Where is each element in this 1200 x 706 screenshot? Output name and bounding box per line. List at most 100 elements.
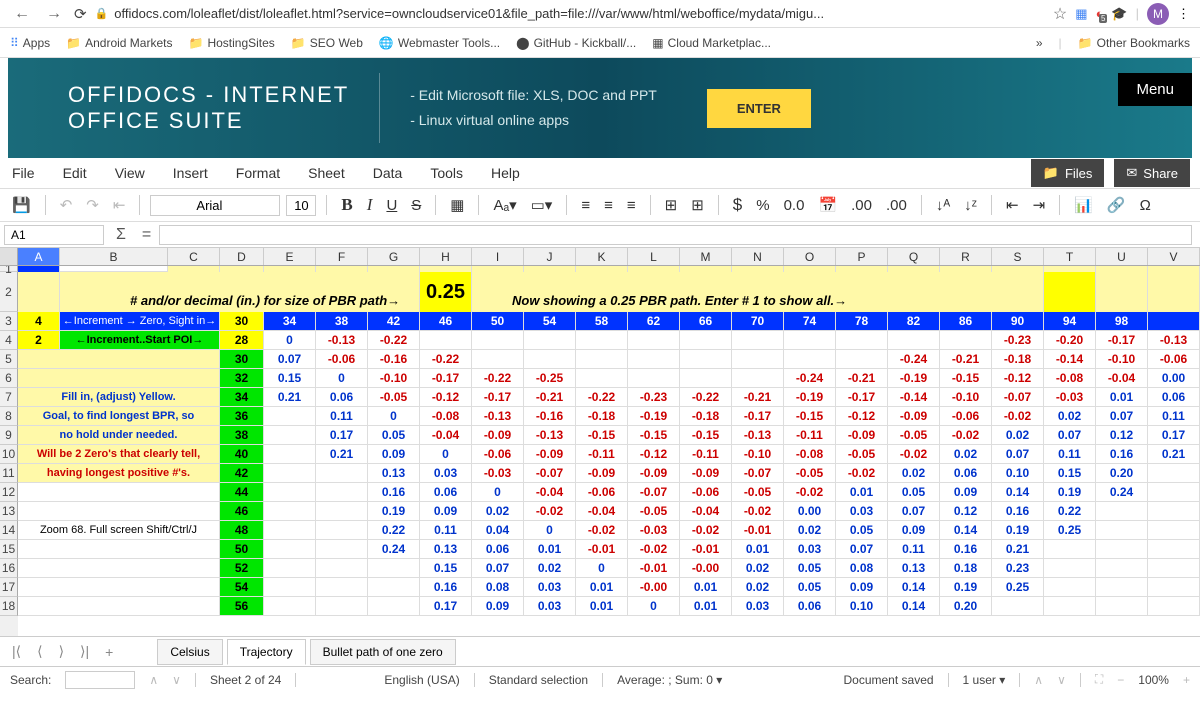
cell[interactable]: 0.11 (420, 521, 472, 539)
col-header-A[interactable]: A (18, 248, 60, 265)
cell[interactable]: 0.09 (420, 502, 472, 520)
cell[interactable]: -0.21 (524, 388, 576, 406)
cell[interactable]: -0.12 (420, 388, 472, 406)
cell[interactable] (1044, 597, 1096, 615)
cell[interactable]: 56 (220, 597, 264, 615)
cell[interactable]: 0.16 (940, 540, 992, 558)
cell[interactable]: 42 (220, 464, 264, 482)
cell[interactable]: -0.10 (732, 445, 784, 463)
cell[interactable]: 0.16 (1096, 445, 1148, 463)
cell[interactable]: -0.22 (680, 388, 732, 406)
cell[interactable]: 0.03 (784, 540, 836, 558)
grid[interactable]: # and/or decimal (in.) for size of PBR p… (18, 266, 1200, 636)
size-select[interactable]: 10 (286, 195, 316, 216)
cell[interactable] (576, 369, 628, 387)
border-icon[interactable]: ▦ (446, 194, 468, 216)
cell[interactable]: 0.15 (1044, 464, 1096, 482)
cell[interactable]: no hold under needed. (18, 426, 220, 444)
cell[interactable] (316, 540, 368, 558)
cell[interactable]: 82 (888, 312, 940, 330)
cell[interactable]: 0 (628, 597, 680, 615)
col-header-H[interactable]: H (420, 248, 472, 265)
cell[interactable]: -0.24 (784, 369, 836, 387)
cell[interactable]: 0.23 (992, 559, 1044, 577)
cell[interactable] (316, 464, 368, 482)
row-header-7[interactable]: 7 (0, 388, 18, 407)
cell[interactable]: 0.09 (472, 597, 524, 615)
cell[interactable] (18, 540, 220, 558)
cell[interactable]: -0.15 (628, 426, 680, 444)
cell[interactable]: -0.17 (836, 388, 888, 406)
equals-icon[interactable]: = (134, 226, 159, 244)
cell[interactable]: -0.11 (680, 445, 732, 463)
cell[interactable]: -0.12 (628, 445, 680, 463)
cell[interactable]: 0.21 (1148, 445, 1200, 463)
cell[interactable]: 0 (472, 483, 524, 501)
cell[interactable]: -0.05 (368, 388, 420, 406)
cell[interactable]: Zoom 68. Full screen Shift/Ctrl/J (18, 521, 220, 539)
sort-asc-icon[interactable]: ↓ᴬ (932, 195, 954, 216)
cell[interactable]: -0.04 (1096, 369, 1148, 387)
cell[interactable]: -0.02 (836, 464, 888, 482)
menu-format[interactable]: Format (236, 165, 280, 181)
cell[interactable] (264, 407, 316, 425)
bookmark-item-3[interactable]: 🌐 Webmaster Tools... (379, 36, 500, 50)
cell[interactable]: -0.23 (992, 331, 1044, 349)
col-header-U[interactable]: U (1096, 248, 1148, 265)
row-header-6[interactable]: 6 (0, 369, 18, 388)
cell[interactable]: -0.11 (784, 426, 836, 444)
cell[interactable]: 0.21 (264, 388, 316, 406)
cell[interactable]: -0.20 (1044, 331, 1096, 349)
cell[interactable] (1044, 559, 1096, 577)
bookmark-folder-2[interactable]: 📁 SEO Web (291, 36, 363, 50)
cell[interactable] (1148, 312, 1200, 330)
cell[interactable] (264, 578, 316, 596)
cell[interactable]: -0.09 (628, 464, 680, 482)
cell[interactable]: 0.02 (1044, 407, 1096, 425)
cell[interactable]: 0.22 (368, 521, 420, 539)
col-header-I[interactable]: I (472, 248, 524, 265)
cell[interactable] (18, 502, 220, 520)
undo-icon[interactable]: ↶ (56, 194, 77, 216)
cell[interactable] (680, 331, 732, 349)
cell[interactable]: ←Increment → Zero, Sight in→ (60, 312, 220, 330)
cell[interactable]: -0.18 (992, 350, 1044, 368)
cell[interactable]: 0.25 (420, 272, 472, 312)
cell[interactable]: 0.02 (992, 426, 1044, 444)
selection-mode[interactable]: Standard selection (489, 673, 588, 687)
percent-icon[interactable]: % (752, 195, 773, 216)
cell[interactable]: 0.08 (472, 578, 524, 596)
cell[interactable]: 0.05 (784, 559, 836, 577)
cell[interactable]: 0.24 (368, 540, 420, 558)
cell[interactable]: 0.01 (576, 597, 628, 615)
cell[interactable] (368, 559, 420, 577)
cell[interactable]: 0.09 (888, 521, 940, 539)
cell[interactable] (1044, 540, 1096, 558)
cell[interactable]: -0.21 (940, 350, 992, 368)
zoom-prev-icon[interactable]: ∧ (1034, 673, 1043, 687)
cell[interactable]: 0.05 (836, 521, 888, 539)
cell[interactable]: 0.07 (472, 559, 524, 577)
cell[interactable]: -0.06 (316, 350, 368, 368)
link-icon[interactable]: 🔗 (1103, 194, 1130, 216)
cell[interactable]: -0.14 (1044, 350, 1096, 368)
cell[interactable] (18, 369, 220, 387)
cell[interactable]: 38 (316, 312, 368, 330)
cell[interactable]: 0.17 (420, 597, 472, 615)
cell[interactable]: -0.04 (524, 483, 576, 501)
cell[interactable] (18, 559, 220, 577)
enter-button[interactable]: ENTER (707, 89, 811, 128)
cell[interactable] (836, 350, 888, 368)
cell[interactable]: -0.22 (576, 388, 628, 406)
cell[interactable] (368, 597, 420, 615)
cell[interactable]: 0.03 (524, 597, 576, 615)
cell[interactable]: Now showing a 0.25 PBR path. Enter # 1 t… (472, 272, 1044, 312)
cell[interactable]: 0.06 (784, 597, 836, 615)
cell[interactable]: 0.01 (680, 597, 732, 615)
menu-data[interactable]: Data (373, 165, 403, 181)
col-header-E[interactable]: E (264, 248, 316, 265)
cell[interactable]: 46 (420, 312, 472, 330)
cell[interactable]: -0.04 (576, 502, 628, 520)
cell[interactable]: 58 (576, 312, 628, 330)
cell[interactable]: 0.03 (524, 578, 576, 596)
